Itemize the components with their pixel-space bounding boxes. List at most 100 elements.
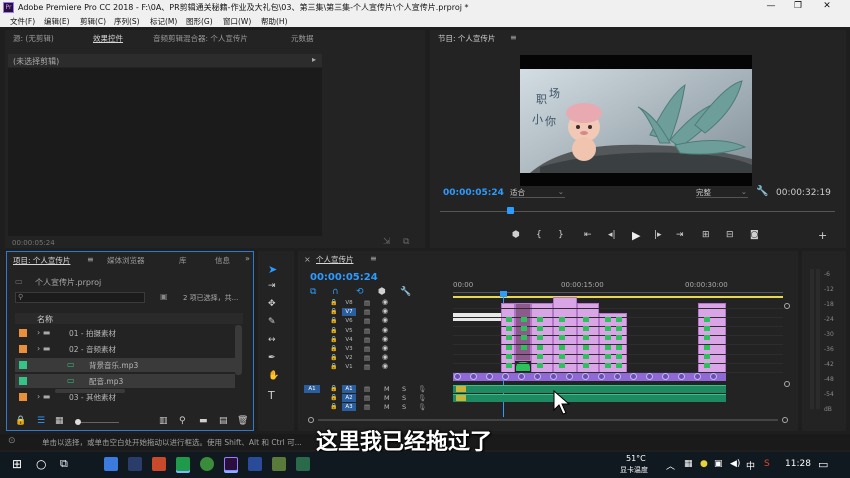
transition-marker[interactable]: [470, 373, 477, 380]
quality-select[interactable]: 完整 ⌄: [696, 187, 748, 198]
program-time-ruler[interactable]: [440, 206, 835, 216]
track-label[interactable]: V6: [342, 317, 356, 325]
linked-selection-icon[interactable]: ⟲: [356, 287, 364, 297]
project-search-input[interactable]: ⚲: [15, 292, 145, 303]
tab-effect-controls[interactable]: 效果控件: [93, 33, 123, 44]
eye-icon[interactable]: ◉: [382, 326, 388, 334]
transition-marker[interactable]: [630, 373, 637, 380]
find-icon[interactable]: ⚲: [179, 416, 186, 426]
track-label[interactable]: V8: [342, 299, 356, 307]
tab-info[interactable]: 信息: [215, 255, 230, 266]
step-forward-icon[interactable]: |▸: [654, 230, 662, 240]
transition-marker[interactable]: [694, 373, 701, 380]
ime-indicator[interactable]: 中: [746, 459, 755, 472]
transition-marker[interactable]: [518, 373, 525, 380]
go-to-out-icon[interactable]: ⇥: [676, 230, 684, 240]
zoom-slider-handle[interactable]: [75, 419, 81, 425]
clip-v1-base[interactable]: [453, 372, 726, 381]
panel-menu-icon[interactable]: ≡: [510, 33, 517, 42]
type-tool-icon[interactable]: T: [268, 389, 275, 402]
track-output-icon[interactable]: ▤: [364, 308, 370, 316]
photoshop-icon[interactable]: [128, 457, 142, 471]
track-lock-icon[interactable]: 🔒: [330, 354, 337, 361]
label-color-swatch[interactable]: [19, 329, 27, 337]
label-color-swatch[interactable]: [19, 393, 27, 401]
track-label[interactable]: A3: [342, 403, 356, 411]
track-label[interactable]: A2: [342, 394, 356, 402]
eye-icon[interactable]: ◉: [382, 344, 388, 352]
transition-marker[interactable]: [486, 373, 493, 380]
volume-icon[interactable]: ◀): [730, 459, 740, 469]
solo-button[interactable]: S: [402, 403, 406, 411]
transition-marker[interactable]: [534, 373, 541, 380]
source-patch-a1[interactable]: A1: [304, 385, 320, 393]
solo-button[interactable]: S: [402, 385, 406, 393]
wrench-icon[interactable]: 🔧: [400, 287, 411, 297]
close-tab-icon[interactable]: ×: [304, 255, 311, 264]
project-list-item[interactable]: ▭ 背景音乐.mp3: [15, 358, 235, 372]
transition-marker[interactable]: [614, 373, 621, 380]
media-encoder-icon[interactable]: [248, 457, 262, 471]
label-color-swatch[interactable]: [19, 345, 27, 353]
clip-a1[interactable]: [453, 385, 726, 393]
track-output-icon[interactable]: ▤: [364, 403, 370, 411]
program-playhead[interactable]: [506, 207, 514, 214]
trash-icon[interactable]: 🗑: [237, 416, 248, 426]
transition-marker[interactable]: [598, 373, 605, 380]
transition-marker[interactable]: [710, 373, 717, 380]
project-list-item[interactable]: › ▬ 01 - 拍摄素材: [15, 326, 235, 340]
new-bin-bottom-icon[interactable]: ▬: [199, 416, 208, 426]
app-icon-2[interactable]: [272, 457, 286, 471]
track-label[interactable]: V2: [342, 354, 356, 362]
search-icon[interactable]: ○: [36, 457, 46, 471]
clip-v-6[interactable]: [599, 313, 627, 373]
track-output-icon[interactable]: ▤: [364, 317, 370, 325]
ripple-edit-icon[interactable]: ✥: [268, 299, 276, 309]
slip-icon[interactable]: ↔: [268, 335, 276, 345]
menu-marker[interactable]: 标记(M): [150, 16, 177, 27]
program-timecode[interactable]: 00:00:05:24: [443, 188, 504, 198]
solo-button[interactable]: S: [402, 394, 406, 402]
menu-file[interactable]: 文件(F): [10, 16, 35, 27]
chevron-up-icon[interactable]: ︿: [666, 459, 675, 472]
go-to-in-icon[interactable]: ⇤: [584, 230, 592, 240]
tab-metadata[interactable]: 元数据: [291, 33, 314, 44]
track-lock-icon[interactable]: 🔒: [330, 394, 337, 401]
add-marker-icon[interactable]: ⬢: [512, 230, 520, 240]
add-button-icon[interactable]: +: [818, 229, 827, 242]
mute-button[interactable]: M: [384, 394, 390, 402]
extract-icon[interactable]: ⊟: [726, 230, 734, 240]
mic-icon[interactable]: 🎙: [418, 385, 426, 393]
clock-time[interactable]: 11:28: [785, 459, 811, 469]
label-color-swatch[interactable]: [19, 361, 27, 369]
tab-project[interactable]: 项目: 个人宣传片: [13, 255, 70, 266]
track-select-icon[interactable]: ⇥: [268, 281, 276, 291]
wrench-icon[interactable]: 🔧: [756, 186, 768, 197]
sogou-ime-icon[interactable]: S: [764, 459, 770, 469]
app-icon-1[interactable]: [104, 457, 118, 471]
mark-out-icon[interactable]: }: [558, 230, 564, 240]
project-list-item[interactable]: › ▬ 02 - 音频素材: [15, 342, 235, 356]
track-lock-icon[interactable]: 🔒: [330, 403, 337, 410]
transition-marker[interactable]: [454, 373, 461, 380]
timeline-hscroll[interactable]: [308, 417, 788, 423]
razor-icon[interactable]: ✎: [268, 317, 276, 327]
zoom-slider[interactable]: [75, 422, 119, 423]
lock-icon[interactable]: 🔒: [15, 416, 26, 426]
mute-button[interactable]: M: [384, 403, 390, 411]
track-lock-icon[interactable]: 🔒: [330, 327, 337, 334]
eye-icon[interactable]: ◉: [382, 316, 388, 324]
selection-tool-icon[interactable]: ➤: [268, 263, 277, 276]
menu-sequence[interactable]: 序列(S): [114, 16, 140, 27]
project-list-item[interactable]: ▭ 配音.mp3: [15, 374, 235, 388]
eye-icon[interactable]: ◉: [382, 353, 388, 361]
export-frame-icon[interactable]: ⇲: [383, 237, 391, 247]
new-bin-icon[interactable]: ▣: [160, 292, 168, 301]
transition-marker[interactable]: [662, 373, 669, 380]
fit-select[interactable]: 适合 ⌄: [510, 187, 565, 198]
track-output-icon[interactable]: ▤: [364, 385, 370, 393]
menu-window[interactable]: 窗口(W): [223, 16, 251, 27]
menu-clip[interactable]: 剪辑(C): [80, 16, 106, 27]
track-label[interactable]: V1: [342, 363, 356, 371]
icon-view-icon[interactable]: ▦: [55, 416, 64, 426]
